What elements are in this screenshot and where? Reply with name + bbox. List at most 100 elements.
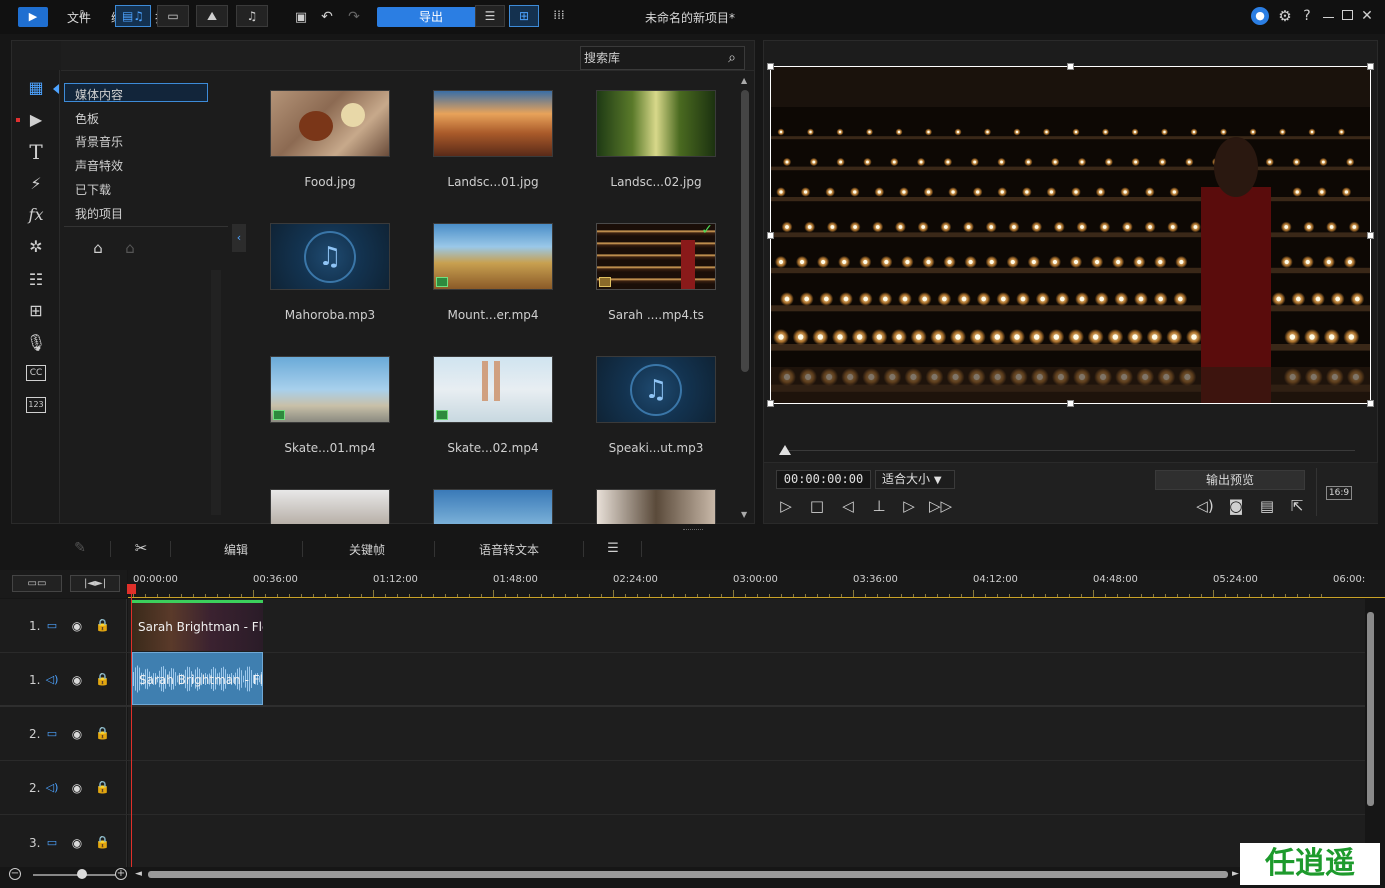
eye-icon[interactable]: ◉ [69,674,85,686]
notification-icon[interactable]: ● [1251,7,1269,25]
resize-handle[interactable] [1367,63,1374,70]
video-clip[interactable]: Sarah Brightman - Fle [132,600,263,651]
more-features-icon[interactable]: ☰ [604,539,622,557]
subtitle-room-icon[interactable]: CC [26,365,46,381]
media-thumb-skate-01[interactable] [270,356,390,423]
minimize-icon[interactable] [1323,17,1334,18]
filter-image-button[interactable]: ⛰ [196,5,228,27]
resize-handle[interactable] [1067,400,1074,407]
scissors-icon[interactable]: ✂ [131,539,151,557]
preview-scrub-bar[interactable] [785,450,1355,451]
audio-track-icon[interactable]: ◁) [44,782,60,794]
filter-audio-button[interactable]: ♫ [236,5,268,27]
video-track-icon[interactable]: ▭ [44,620,60,632]
preview-video-frame[interactable] [770,66,1371,404]
add-tag-icon[interactable]: ⌂ [88,238,108,258]
speech-to-text-button[interactable]: 语音转文本 [479,541,539,558]
zoom-in-icon[interactable]: + [115,868,127,880]
close-icon[interactable]: ✕ [1359,7,1375,25]
resize-handle[interactable] [767,232,774,239]
split-clip-icon[interactable]: ⊥ [868,496,890,516]
thumbnail-size-icon[interactable]: ⁞⁞⁞ [545,5,573,27]
zoom-out-icon[interactable]: − [9,868,21,880]
pen-tool-icon[interactable]: ✎ [70,539,90,557]
media-thumb-speaking[interactable]: ♫ [596,356,716,423]
chapter-room-icon[interactable]: ⊞ [24,299,48,323]
media-thumb-sarah[interactable]: ✓ [596,223,716,290]
category-my-projects[interactable]: 我的项目 [75,205,123,222]
video-track-icon[interactable]: ▭ [44,837,60,849]
fit-timeline-icon[interactable]: |◄►| [70,575,120,592]
media-thumb-partial[interactable] [596,489,716,524]
lock-icon[interactable]: 🔒 [95,726,110,740]
eye-icon[interactable]: ◉ [69,837,85,849]
media-room-icon[interactable]: ▦ [24,76,48,100]
undock-preview-icon[interactable]: ⇱ [1286,496,1308,516]
preview-scrub-knob[interactable] [779,445,791,455]
microphone-icon[interactable]: 🎙 [24,331,48,355]
category-media-content[interactable]: 媒体内容 [75,86,123,103]
volume-icon[interactable]: ◁) [1194,496,1216,516]
gear-icon[interactable]: ⚙ [1276,7,1294,25]
search-icon[interactable]: ⌕ [723,48,741,68]
maximize-icon[interactable] [1342,10,1353,20]
undo-icon[interactable]: ↶ [318,8,336,26]
zoom-slider-knob[interactable] [77,869,87,879]
particle-room-icon[interactable]: ☷ [24,268,48,292]
next-frame-icon[interactable]: ▷ [898,496,920,516]
filter-video-button[interactable]: ▭ [157,5,189,27]
save-icon[interactable]: ▣ [292,8,310,26]
keyframe-button[interactable]: 关键帧 [349,541,385,558]
grid-view-button[interactable]: ⊞ [509,5,539,27]
import-media-icon[interactable]: ⇩ [68,5,96,27]
fx-room-icon[interactable]: fx [24,203,48,227]
eye-icon[interactable]: ◉ [69,620,85,632]
category-scrollbar[interactable] [211,270,221,515]
media-thumb-skate-02[interactable] [433,356,553,423]
resize-handle[interactable] [767,400,774,407]
category-downloaded[interactable]: 已下载 [75,181,111,198]
splitter-grip[interactable] [683,529,703,531]
category-color-boards[interactable]: 色板 [75,110,99,127]
category-background-music[interactable]: 背景音乐 [75,133,123,150]
search-input[interactable]: 搜索库 [580,46,745,70]
lock-icon[interactable]: 🔒 [95,672,110,686]
media-thumb-partial[interactable] [433,489,553,524]
list-view-button[interactable]: ☰ [475,5,505,27]
category-sound-effects[interactable]: 声音特效 [75,157,123,174]
redo-icon[interactable]: ↷ [345,8,363,26]
playhead-handle[interactable] [127,584,136,594]
media-thumb-landscape-02[interactable] [596,90,716,157]
output-preview-button[interactable]: 输出预览 [1155,470,1305,490]
collapse-panel-button[interactable]: ‹ [232,224,246,252]
eye-icon[interactable]: ◉ [69,728,85,740]
track-manager-icon[interactable]: ▭▭ [12,575,62,592]
scroll-up-icon[interactable]: ▲ [741,76,749,86]
resize-handle[interactable] [767,63,774,70]
title-room-icon[interactable]: T [24,140,48,164]
fit-size-select[interactable]: 适合大小 ▼ [875,470,955,489]
pip-room-icon[interactable]: ✲ [24,235,48,259]
playhead[interactable] [131,584,132,867]
audio-track-icon[interactable]: ◁) [44,674,60,686]
zoom-slider[interactable] [33,874,116,876]
resize-handle[interactable] [1367,232,1374,239]
media-thumb-landscape-01[interactable] [433,90,553,157]
video-room-icon[interactable]: ▶ [24,108,48,132]
resize-handle[interactable] [1367,400,1374,407]
export-button[interactable]: 导出 [377,7,485,27]
play-icon[interactable]: ▷ [775,496,797,516]
audio-clip[interactable]: Sarah Brightman - Fle [132,652,263,705]
counter-room-icon[interactable]: 123 [26,397,46,413]
previous-frame-icon[interactable]: ◁ [837,496,859,516]
media-scrollbar[interactable] [741,90,749,372]
subtitle-toggle-icon[interactable]: ▤ [1256,496,1278,516]
edit-button[interactable]: 编辑 [224,541,248,558]
lock-icon[interactable]: 🔒 [95,618,110,632]
scroll-left-icon[interactable]: ◄ [135,869,142,879]
lock-icon[interactable]: 🔒 [95,780,110,794]
timecode-display[interactable]: 00:00:00:00 [776,470,871,489]
media-thumb-mahoroba[interactable]: ♫ [270,223,390,290]
eye-icon[interactable]: ◉ [69,782,85,794]
stop-icon[interactable]: □ [806,496,828,516]
